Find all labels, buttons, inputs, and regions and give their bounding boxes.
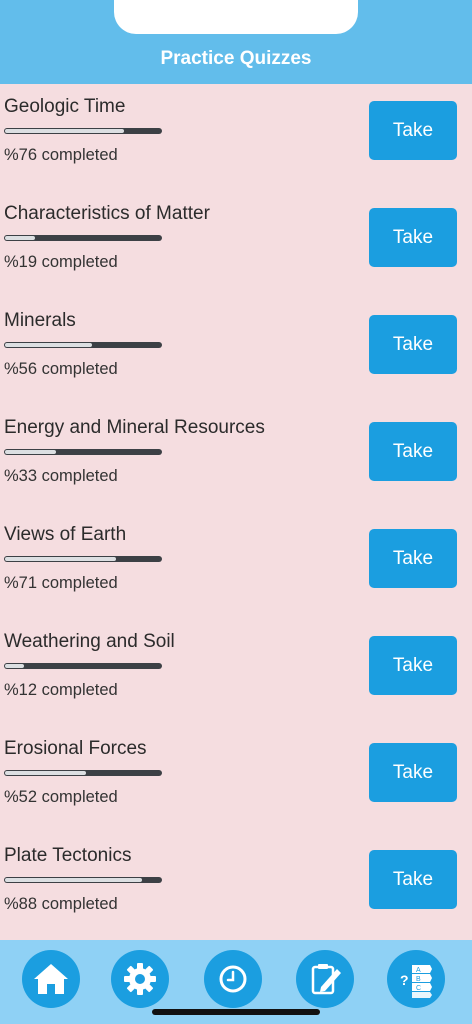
tab-notes[interactable]	[296, 950, 354, 1008]
clock-icon	[219, 965, 247, 993]
completion-text: %12 completed	[4, 681, 118, 699]
progress-bar	[4, 235, 162, 241]
progress-fill	[5, 664, 24, 668]
progress-bar	[4, 342, 162, 348]
tab-history[interactable]	[204, 950, 262, 1008]
tab-home[interactable]	[22, 950, 80, 1008]
progress-bar	[4, 663, 162, 669]
home-icon	[34, 964, 68, 994]
svg-text:C: C	[416, 985, 421, 992]
take-button[interactable]: Take	[369, 636, 457, 695]
quiz-title: Plate Tectonics	[4, 845, 132, 866]
progress-bar	[4, 877, 162, 883]
quiz-title: Erosional Forces	[4, 738, 147, 759]
list-item: Characteristics of Matter %19 completed …	[0, 191, 472, 298]
tab-quizzes[interactable]: ? A B C	[387, 950, 445, 1008]
list-item: Weathering and Soil %12 completed Take	[0, 619, 472, 726]
take-button[interactable]: Take	[369, 422, 457, 481]
take-button[interactable]: Take	[369, 208, 457, 267]
page-title: Practice Quizzes	[160, 48, 312, 69]
tab-settings[interactable]	[111, 950, 169, 1008]
progress-bar	[4, 449, 162, 455]
device-notch	[114, 0, 358, 34]
quiz-list: Geologic Time %76 completed Take Charact…	[0, 84, 472, 940]
completion-text: %76 completed	[4, 146, 118, 164]
quiz-title: Characteristics of Matter	[4, 203, 210, 224]
take-button[interactable]: Take	[369, 529, 457, 588]
take-button[interactable]: Take	[369, 101, 457, 160]
progress-bar	[4, 128, 162, 134]
completion-text: %71 completed	[4, 574, 118, 592]
svg-text:B: B	[416, 976, 421, 983]
edit-note-icon	[311, 964, 341, 995]
progress-bar	[4, 556, 162, 562]
progress-fill	[5, 236, 35, 240]
progress-fill	[5, 557, 116, 561]
svg-text:?: ?	[400, 972, 409, 988]
list-item: Plate Tectonics %88 completed Take	[0, 833, 472, 940]
take-button[interactable]: Take	[369, 315, 457, 374]
progress-fill	[5, 450, 56, 454]
svg-text:A: A	[416, 967, 421, 974]
progress-fill	[5, 343, 92, 347]
quiz-list-icon: ? A B C	[400, 965, 432, 998]
quiz-title: Weathering and Soil	[4, 631, 175, 652]
completion-text: %33 completed	[4, 467, 118, 485]
list-item: Views of Earth %71 completed Take	[0, 512, 472, 619]
quiz-title: Views of Earth	[4, 524, 127, 545]
home-indicator	[152, 1009, 320, 1015]
list-item: Geologic Time %76 completed Take	[0, 84, 472, 191]
list-item: Energy and Mineral Resources %33 complet…	[0, 405, 472, 512]
completion-text: %52 completed	[4, 788, 118, 806]
progress-bar	[4, 770, 162, 776]
progress-fill	[5, 129, 124, 133]
list-item: Erosional Forces %52 completed Take	[0, 726, 472, 833]
take-button[interactable]: Take	[369, 850, 457, 909]
quiz-title: Energy and Mineral Resources	[4, 417, 265, 438]
progress-fill	[5, 771, 86, 775]
completion-text: %19 completed	[4, 253, 118, 271]
completion-text: %56 completed	[4, 360, 118, 378]
quiz-title: Minerals	[4, 310, 76, 331]
progress-fill	[5, 878, 142, 882]
completion-text: %88 completed	[4, 895, 118, 913]
list-item: Minerals %56 completed Take	[0, 298, 472, 405]
quiz-title: Geologic Time	[4, 96, 126, 117]
take-button[interactable]: Take	[369, 743, 457, 802]
header-bar: Practice Quizzes	[0, 0, 472, 84]
gear-icon	[124, 963, 156, 995]
